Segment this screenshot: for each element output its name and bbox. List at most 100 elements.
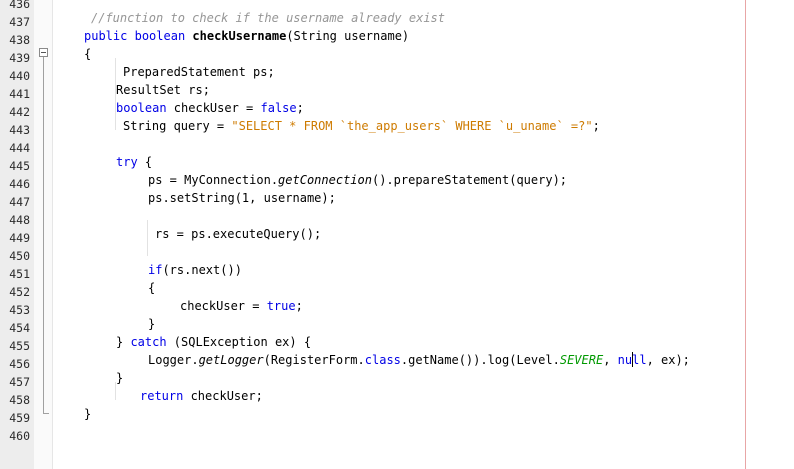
code-line-456: } [116,369,123,387]
keyword: return [140,389,184,403]
line-number: 456 [9,357,30,371]
line-number: 449 [9,231,30,245]
line-number: 441 [9,87,30,101]
code-text: ps.setString(1, username); [148,191,336,205]
keyword: catch [130,335,167,349]
code-text: ; [592,119,600,133]
keyword: boolean [116,101,167,115]
indent-guide [147,220,148,256]
line-number: 459 [9,411,30,425]
line-number: 460 [9,429,30,443]
code-text: ; [295,299,303,313]
static-call: getConnection [278,173,372,187]
code-line-454: } catch (SQLException ex) { [116,333,311,351]
line-number: 442 [9,105,30,119]
brace: } [84,407,92,421]
string-literal: "SELECT * FROM `the_app_users` WHERE `u_… [231,119,593,133]
code-line-441: boolean checkUser = false; [116,99,304,117]
keyword: class [364,353,401,367]
code-line-450: if(rs.next()) [148,261,242,279]
code-line-457: return checkUser; [140,387,263,405]
line-number: 448 [9,213,30,227]
collapse-fold-icon[interactable] [39,48,48,57]
code-text: , [603,353,618,367]
keyword: if [148,263,163,277]
static-call: getLogger [198,353,264,367]
line-number: 457 [9,375,30,389]
line-number: 454 [9,321,30,335]
code-text: (rs.next()) [162,263,242,277]
right-margin-line [745,0,746,469]
line-number: 447 [9,195,30,209]
fold-end-marker [43,413,49,414]
line-number: 455 [9,339,30,353]
line-number: 451 [9,267,30,281]
brace: } [116,371,124,385]
code-text: ; [296,101,304,115]
line-number: 446 [9,177,30,191]
code-text: (SQLException ex) { [166,335,312,349]
brace: { [84,47,92,61]
code-text: checkUser = [166,101,261,115]
code-line-436: //function to check if the username alre… [91,9,445,27]
method-name: checkUsername [192,29,287,43]
line-number: 445 [9,159,30,173]
line-number: 437 [9,15,30,29]
line-number: 458 [9,393,30,407]
code-text: ps = MyConnection. [148,173,279,187]
line-number: 438 [9,33,30,47]
enum-constant: SEVERE [559,353,604,367]
code-line-458: } [84,405,91,423]
line-number: 439 [9,51,30,65]
code-text: { [137,155,153,169]
line-number: 440 [9,69,30,83]
code-text: rs = ps.executeQuery(); [155,227,322,241]
code-line-446: ps.setString(1, username); [148,189,336,207]
code-line-440: ResultSet rs; [116,81,210,99]
keyword: false [260,101,297,115]
code-line-453: } [148,315,155,333]
line-number: 444 [9,141,30,155]
code-text: , ex); [646,353,690,367]
line-number: 436 [9,0,30,11]
code-line-451: { [148,279,155,297]
line-number: 443 [9,123,30,137]
code-text: } [116,335,131,349]
code-line-439: PreparedStatement ps; [123,63,275,81]
code-text: (RegisterForm. [263,353,365,367]
keyword: try [116,155,138,169]
code-text: String query = [123,119,232,133]
code-text: .getName()).log(Level. [400,353,560,367]
brace: } [148,317,156,331]
code-line-444: try { [116,153,152,171]
code-text: checkUser = [180,299,267,313]
line-number: 450 [9,249,30,263]
code-text: ResultSet rs; [116,83,210,97]
line-number: 453 [9,303,30,317]
keyword: boolean [134,29,186,43]
fold-margin [34,0,53,469]
comment-text: //function to check if the username alre… [91,11,446,25]
code-line-438: { [84,45,91,63]
code-text: PreparedStatement ps; [123,65,275,79]
code-line-445: ps = MyConnection.getConnection().prepar… [148,171,567,189]
fold-guide-line [43,57,44,413]
keyword: public [84,29,128,43]
params: (String username) [286,29,410,43]
code-text: Logger. [148,353,199,367]
line-number-gutter: 436 437 438 439 440 441 442 443 444 445 … [0,0,35,469]
brace: { [148,281,156,295]
code-line-455: Logger.getLogger(RegisterForm.class.getN… [148,351,690,369]
keyword: ll [632,353,647,367]
code-text: ().prepareStatement(query); [371,173,568,187]
keyword: true [266,299,296,313]
code-line-442: String query = "SELECT * FROM `the_app_u… [123,117,600,135]
code-line-437: public boolean checkUsername(String user… [84,27,409,45]
keyword: nu [617,353,633,367]
line-number: 452 [9,285,30,299]
code-text: checkUser; [183,389,263,403]
code-line-448: rs = ps.executeQuery(); [155,225,321,243]
code-line-452: checkUser = true; [180,297,303,315]
code-editor[interactable]: //function to check if the username alre… [53,0,794,469]
text-caret [631,352,633,367]
